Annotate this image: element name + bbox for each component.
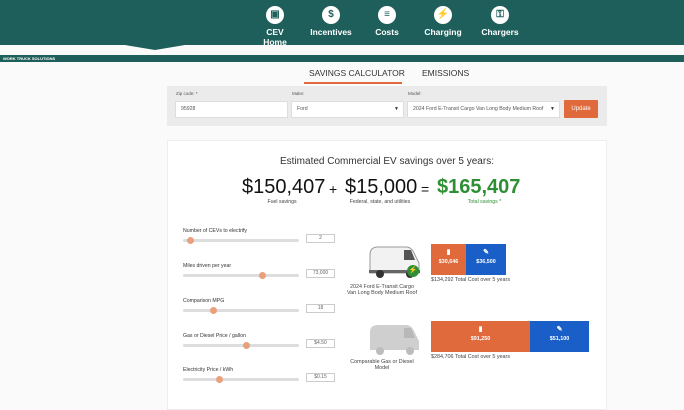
charger-icon: ⚿ [491,6,509,24]
model-value: 2024 Ford E-Transit Cargo Van Long Body … [413,106,544,112]
mpg-input[interactable]: 18 [306,304,335,313]
make-label: Make: [292,91,305,96]
savings-headline: Estimated Commercial EV savings over 5 y… [280,156,494,167]
header-notch [125,45,185,50]
truck-icon: ▣ [266,6,284,24]
ev-fuel-cost-bar: ▮ $30,646 [431,244,466,275]
slider-label-electricity-price: Electricity Price / kWh [183,367,234,373]
fuel-savings-value: $150,407 [242,176,326,198]
slider-miles[interactable] [183,272,299,279]
ev-total-cost: $134,292 Total Cost over 5 years [431,277,511,283]
ev-fuel-cost: $30,646 [438,259,459,265]
gas-total-cost: $284,706 Total Cost over 5 years [431,354,511,360]
slider-thumb[interactable] [242,342,250,349]
incentives-caption: Federal, state, and utilities [349,199,411,205]
gas-maintenance-cost: $51,100 [549,336,570,342]
slider-mpg[interactable] [183,307,299,314]
fuel-icon: ▮ [478,326,483,333]
fuel-savings-caption: Fuel savings [267,199,297,205]
electric-bolt-icon: ⚡ [407,265,419,277]
nav-item-incentives[interactable]: $ Incentives [310,6,352,42]
ev-maintenance-cost: $36,500 [476,259,496,265]
tab-savings-calculator[interactable]: SAVINGS CALCULATOR [309,68,405,78]
miles-input[interactable]: 73,000 [306,269,335,278]
document-icon: ≡ [378,6,396,24]
slider-electricity-price[interactable] [183,376,299,383]
active-tab-indicator [304,82,402,84]
fuel-icon: ▮ [446,249,451,256]
brand-logo-text: WORK TRUCK SOLUTIONS [3,56,56,61]
vehicle-form: Zip code: * 95928 Make: Ford ▼ Model: 20… [167,86,607,126]
total-savings-value: $165,407 [437,176,521,198]
nav-item-chargers[interactable]: ⚿ Chargers [479,6,521,42]
slider-label-mpg: Comparison MPG [183,298,225,304]
slider-label-gas-price: Gas or Diesel Price / gallon [183,333,246,339]
nav-label: Incentives [310,27,352,37]
nav-label: Charging [424,27,462,37]
nav-label: Costs [375,27,399,37]
incentives-value: $15,000 [345,176,418,198]
make-select[interactable]: Ford ▼ [291,101,404,118]
nav-label: Chargers [481,27,519,37]
model-label: Model: [408,91,422,96]
ev-model-caption: 2024 Ford E-Transit Cargo Van Long Body … [346,284,418,296]
update-button[interactable]: Update [564,100,598,118]
zip-label: Zip code: * [176,91,198,96]
nav-item-charging[interactable]: ⚡ Charging [422,6,464,42]
wrench-icon: ✎ [556,326,563,333]
zip-input[interactable]: 95928 [175,101,288,118]
slider-thumb[interactable] [215,376,223,383]
nav-item-cev-home[interactable]: ▣ CEV Home [254,6,296,47]
slider-label-cevs: Number of CEVs to electrify [183,228,248,234]
gas-van-image [370,325,419,355]
nav-item-costs[interactable]: ≡ Costs [370,6,404,42]
tab-emissions[interactable]: EMISSIONS [422,68,469,78]
money-icon: $ [322,6,340,24]
wrench-icon: ✎ [483,249,489,256]
chevron-down-icon: ▼ [394,106,399,112]
model-select[interactable]: 2024 Ford E-Transit Cargo Van Long Body … [407,101,560,118]
make-value: Ford [297,106,308,112]
plus-sign: + [329,181,338,197]
gas-model-caption: Comparable Gas or Diesel Model [350,359,414,371]
brand-bar: WORK TRUCK SOLUTIONS [0,55,684,62]
nav-label: CEV Home [263,27,287,47]
total-savings-caption: Total savings * [467,199,502,205]
gas-fuel-cost-bar: ▮ $91,250 [431,321,530,352]
slider-gas-price[interactable] [183,342,299,349]
chevron-down-icon: ▼ [550,106,555,112]
cevs-input[interactable]: 2 [306,234,335,243]
electricity-price-input[interactable]: $0.15 [306,373,335,382]
ev-maintenance-cost-bar: ✎ $36,500 [466,244,506,275]
slider-label-miles: Miles driven per year [183,263,232,269]
gas-price-input[interactable]: $4.50 [306,339,335,348]
slider-cevs[interactable] [183,237,299,244]
top-navigation: ▣ CEV Home $ Incentives ≡ Costs ⚡ Chargi… [0,0,684,47]
gas-maintenance-cost-bar: ✎ $51,100 [530,321,589,352]
charging-station-icon: ⚡ [434,6,452,24]
gas-fuel-cost: $91,250 [470,336,491,342]
equals-sign: = [421,181,430,197]
